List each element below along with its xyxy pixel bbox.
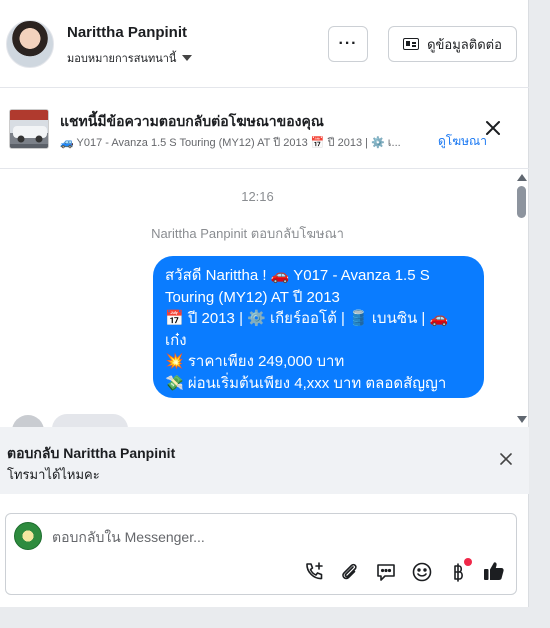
more-icon: ···: [338, 35, 358, 52]
close-icon[interactable]: [499, 452, 513, 466]
view-contact-label: ดูข้อมูลติดต่อ: [427, 36, 502, 52]
view-contact-button[interactable]: ดูข้อมูลติดต่อ: [388, 26, 517, 62]
message-line: 💥 ราคาเพียง 249,000 บาท: [165, 353, 345, 370]
close-icon[interactable]: [484, 119, 502, 137]
message-line: Touring (MY12) AT ปี 2013: [165, 288, 340, 306]
assign-label: มอบหมายการสนทนานี้: [67, 53, 177, 65]
caret-down-icon: [182, 55, 193, 61]
message-input[interactable]: [52, 527, 452, 547]
contact-name[interactable]: Narittha Panpinit: [67, 24, 187, 41]
message-composer: [5, 513, 517, 595]
message-line: เก๋ง: [165, 331, 187, 349]
conversation-panel: Narittha Panpinit มอบหมายการสนทนานี้ ···…: [0, 0, 529, 607]
message-list[interactable]: 12:16 Narittha Panpinit ตอบกลับโฆษณา สวั…: [0, 169, 529, 427]
emoji-icon[interactable]: [411, 561, 433, 583]
notification-dot: [464, 558, 472, 566]
reply-to-title: ตอบกลับ Narittha Panpinit: [7, 445, 176, 461]
more-options-button[interactable]: ···: [328, 26, 368, 62]
ad-banner-title: แชทนี้มีข้อความตอบกลับต่อโฆษณาของคุณ: [60, 113, 324, 129]
reply-to-text: โทรมาได้ไหมคะ: [7, 467, 100, 482]
chat-icon[interactable]: [375, 561, 397, 583]
ad-thumbnail[interactable]: [9, 109, 49, 149]
ad-banner-subtitle: 🚙 Y017 - Avanza 1.5 S Touring (MY12) AT …: [60, 137, 401, 149]
message-line: สวัสดี Narittha ! 🚗 Y017 - Avanza 1.5 S: [165, 267, 430, 284]
assign-conversation-dropdown[interactable]: มอบหมายการสนทนานี้: [67, 49, 193, 67]
incoming-message-bubble[interactable]: [52, 414, 128, 427]
contact-card-icon: [403, 38, 420, 50]
scroll-down-arrow-icon[interactable]: [517, 416, 527, 423]
avatar[interactable]: [6, 20, 54, 68]
thumbs-up-icon[interactable]: [483, 560, 505, 582]
page-avatar: [14, 522, 42, 550]
message-line: 💸 ผ่อนเริ่มต้นเพียง 4,xxx บาท ตลอดสัญญา: [165, 374, 447, 392]
outgoing-message-bubble[interactable]: สวัสดี Narittha ! 🚗 Y017 - Avanza 1.5 S …: [153, 256, 484, 398]
scrollbar-thumb[interactable]: [517, 186, 526, 218]
ad-reply-note: Narittha Panpinit ตอบกลับโฆษณา: [151, 226, 344, 241]
message-line: 📅 ปี 2013 | ⚙️ เกียร์ออโต้ | 🛢️ เบนซิน |…: [165, 310, 449, 327]
message-timestamp: 12:16: [241, 189, 274, 204]
scroll-up-arrow-icon[interactable]: [517, 174, 527, 181]
attachment-icon[interactable]: [339, 561, 361, 583]
call-add-icon[interactable]: [303, 561, 325, 583]
incoming-avatar: [12, 415, 44, 427]
view-ad-link[interactable]: ดูโฆษณา: [438, 132, 487, 151]
